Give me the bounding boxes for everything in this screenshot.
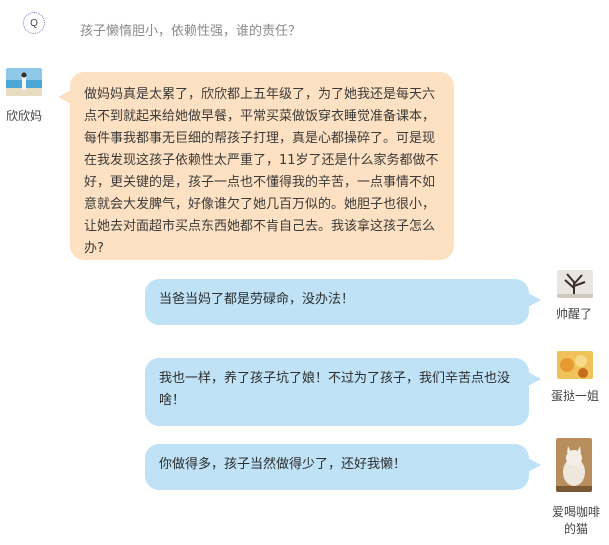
question-badge: Q [23, 12, 45, 34]
beach-photo-icon [6, 68, 42, 96]
username[interactable]: 欣欣妈 [6, 107, 42, 124]
tree-photo-icon [557, 270, 593, 298]
message-bubble: 做妈妈真是太累了，欣欣都上五年级了，为了她我还是每天六点不到就起来给她做早餐，平… [58, 72, 454, 260]
cat-photo-icon [556, 438, 592, 492]
message-text: 做妈妈真是太累了，欣欣都上五年级了，为了她我还是每天六点不到就起来给她做早餐，平… [84, 87, 439, 256]
message-text: 当爸当妈了都是劳碌命，没办法！ [159, 292, 355, 307]
username[interactable]: 帅醒了 [556, 305, 592, 322]
username[interactable]: 爱喝咖啡的猫 [548, 504, 604, 538]
message-text: 我也一样，养了孩子坑了娘！不过为了孩子，我们辛苦点也没啥！ [159, 371, 511, 408]
message-bubble: 当爸当妈了都是劳碌命，没办法！ [145, 279, 541, 325]
message-bubble: 你做得多，孩子当然做得少了，还好我懒！ [145, 444, 541, 490]
message-bubble: 我也一样，养了孩子坑了娘！不过为了孩子，我们辛苦点也没啥！ [145, 358, 541, 426]
question-title: 孩子懒惰胆小，依赖性强，谁的责任？ [80, 24, 302, 39]
avatar[interactable] [557, 270, 593, 298]
avatar[interactable] [6, 68, 42, 96]
food-photo-icon [557, 351, 593, 379]
avatar[interactable] [556, 438, 592, 492]
avatar[interactable] [557, 351, 593, 379]
username[interactable]: 蛋挞一姐 [551, 387, 599, 404]
message-text: 你做得多，孩子当然做得少了，还好我懒！ [159, 457, 407, 472]
